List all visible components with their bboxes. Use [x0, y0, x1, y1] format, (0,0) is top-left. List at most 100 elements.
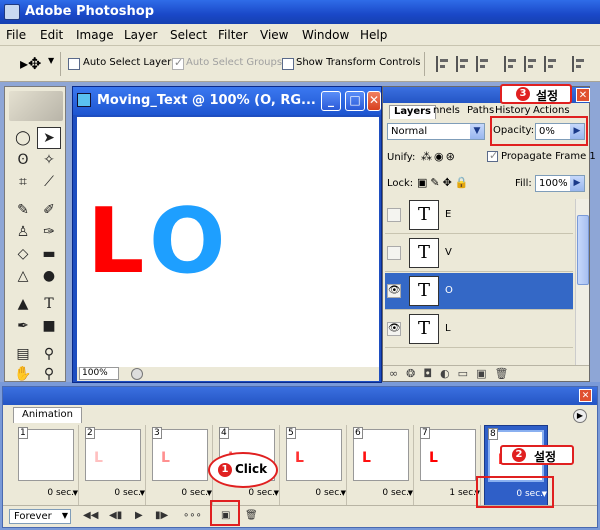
palette-menu-icon[interactable]: ▶: [573, 409, 587, 423]
tween-icon[interactable]: ∘∘∘: [183, 510, 202, 521]
align-left-icon[interactable]: [504, 56, 518, 72]
animation-frame[interactable]: L71 sec. ▼: [417, 425, 481, 507]
align-bottom-icon[interactable]: [476, 56, 490, 72]
layer-row[interactable]: T V: [385, 235, 573, 272]
zoom-tool-icon[interactable]: ⚲: [37, 363, 61, 385]
menu-edit[interactable]: Edit: [40, 28, 63, 42]
layers-scrollbar[interactable]: [575, 199, 589, 369]
frame-delay[interactable]: 0 sec.: [315, 488, 342, 498]
lasso-tool-icon[interactable]: ʘ: [11, 149, 35, 171]
trash-icon[interactable]: 🗑: [245, 510, 258, 521]
history-brush-icon[interactable]: ✑: [37, 221, 61, 243]
show-transform-checkbox[interactable]: [282, 58, 294, 70]
zoom-level[interactable]: 100%: [79, 367, 119, 380]
play-icon[interactable]: ▶: [135, 510, 143, 521]
shape-tool-icon[interactable]: ■: [37, 315, 61, 337]
dodge-tool-icon[interactable]: ●: [37, 265, 61, 287]
clone-stamp-icon[interactable]: ♙: [11, 221, 35, 243]
menu-help[interactable]: Help: [360, 28, 387, 42]
align-top-icon[interactable]: [436, 56, 450, 72]
menu-view[interactable]: View: [260, 28, 288, 42]
crop-tool-icon[interactable]: ⌗: [11, 171, 35, 193]
visibility-toggle[interactable]: [387, 208, 401, 222]
animation-frame[interactable]: 1 0 sec. ▼: [15, 425, 79, 507]
frame-delay[interactable]: 0 sec.: [382, 488, 409, 498]
fill-field[interactable]: 100% ▶: [535, 175, 585, 192]
first-frame-icon[interactable]: ◀◀: [83, 510, 98, 521]
tab-channels[interactable]: nnels: [433, 105, 460, 119]
menu-layer[interactable]: Layer: [124, 28, 157, 42]
next-frame-icon[interactable]: ▮▶: [155, 510, 168, 521]
gradient-tool-icon[interactable]: ▬: [37, 243, 61, 265]
layer-row[interactable]: 👁 T L: [385, 311, 573, 348]
tool-palette: ◯ ➤ ʘ ✧ ⌗ ⟋ ✎ ✐ ♙ ✑ ◇ ▬ △ ● ▲ T ✒ ■ ▤ ⚲ …: [4, 86, 66, 382]
frame-delay[interactable]: 0 sec.: [181, 488, 208, 498]
photoshop-logo-icon: [4, 4, 20, 20]
tab-layers[interactable]: Layers: [389, 105, 436, 119]
brush-tool-icon[interactable]: ✐: [37, 199, 61, 221]
status-menu-icon[interactable]: [131, 368, 143, 380]
scroll-thumb[interactable]: [577, 215, 589, 285]
eyedropper-icon[interactable]: ⚲: [37, 343, 61, 365]
hand-tool-icon[interactable]: ✋: [11, 363, 35, 385]
notes-tool-icon[interactable]: ▤: [11, 343, 35, 365]
chevron-down-icon: ▼: [470, 124, 484, 139]
loop-select[interactable]: Forever ▼: [9, 509, 71, 524]
menu-select[interactable]: Select: [170, 28, 207, 42]
document-title: Moving_Text @ 100% (O, RG...: [97, 93, 316, 108]
layer-row-selected[interactable]: 👁 T O: [385, 273, 573, 310]
eye-icon[interactable]: 👁: [387, 322, 401, 336]
document-icon: [77, 93, 91, 107]
prev-frame-icon[interactable]: ◀▮: [109, 510, 122, 521]
tab-animation[interactable]: Animation: [13, 407, 82, 423]
move-tool-preset-icon[interactable]: ▸✥: [20, 54, 41, 73]
chevron-down-icon[interactable]: ▼: [48, 56, 54, 65]
close-icon[interactable]: ✕: [576, 88, 590, 102]
visibility-toggle[interactable]: [387, 246, 401, 260]
frame-letter: L: [362, 450, 371, 466]
magic-wand-icon[interactable]: ✧: [37, 149, 61, 171]
frame-delay[interactable]: 0 sec.: [248, 488, 275, 498]
menu-window[interactable]: Window: [302, 28, 349, 42]
align-hcenter-icon[interactable]: [524, 56, 538, 72]
pen-tool-icon[interactable]: ✒: [11, 315, 35, 337]
animation-frame[interactable]: L 2 0 sec. ▼: [82, 425, 146, 507]
menu-filter[interactable]: Filter: [218, 28, 248, 42]
animation-frame[interactable]: L 5 0 sec. ▼: [283, 425, 347, 507]
path-select-icon[interactable]: ▲: [11, 293, 35, 315]
auto-select-layer-checkbox[interactable]: [68, 58, 80, 70]
layer-row[interactable]: T E: [385, 197, 573, 234]
blur-tool-icon[interactable]: △: [11, 265, 35, 287]
slice-tool-icon[interactable]: ⟋: [37, 171, 61, 193]
marquee-tool-icon[interactable]: ◯: [11, 127, 35, 149]
lock-icons[interactable]: ▣✎✥🔒: [417, 176, 472, 189]
animation-frame[interactable]: L 6 0 sec. ▼: [350, 425, 414, 507]
layer-name: O: [445, 285, 453, 296]
align-vcenter-icon[interactable]: [456, 56, 470, 72]
layer-action-icons[interactable]: ∞❂◘◐▭▣🗑: [389, 367, 516, 380]
frame-delay[interactable]: 0 sec.: [47, 488, 74, 498]
canvas[interactable]: L O: [77, 117, 379, 367]
maximize-button[interactable]: □: [345, 91, 365, 111]
propagate-label: Propagate Frame 1: [501, 151, 596, 162]
close-button[interactable]: ✕: [367, 91, 381, 111]
align-right-icon[interactable]: [544, 56, 558, 72]
animation-frame[interactable]: L 3 0 sec. ▼: [149, 425, 213, 507]
frame-delay[interactable]: 1 sec.: [449, 488, 476, 498]
frame-delay[interactable]: 0 sec.: [114, 488, 141, 498]
close-icon[interactable]: ✕: [579, 389, 592, 402]
distribute-icon[interactable]: [572, 56, 586, 72]
eraser-tool-icon[interactable]: ◇: [11, 243, 35, 265]
minimize-button[interactable]: _: [321, 91, 341, 111]
move-tool-icon[interactable]: ➤: [37, 127, 61, 149]
options-bar: ▸✥ ▼ Auto Select Layer Auto Select Group…: [0, 46, 600, 82]
menu-image[interactable]: Image: [76, 28, 114, 42]
eye-icon[interactable]: 👁: [387, 284, 401, 298]
step-1-text: Click: [235, 462, 268, 476]
menu-file[interactable]: File: [6, 28, 26, 42]
propagate-checkbox[interactable]: [487, 149, 498, 162]
unify-icons[interactable]: ⁂◉⊛: [421, 150, 457, 163]
type-tool-icon[interactable]: T: [37, 293, 61, 315]
blend-mode-select[interactable]: Normal ▼: [387, 123, 485, 140]
healing-brush-icon[interactable]: ✎: [11, 199, 35, 221]
